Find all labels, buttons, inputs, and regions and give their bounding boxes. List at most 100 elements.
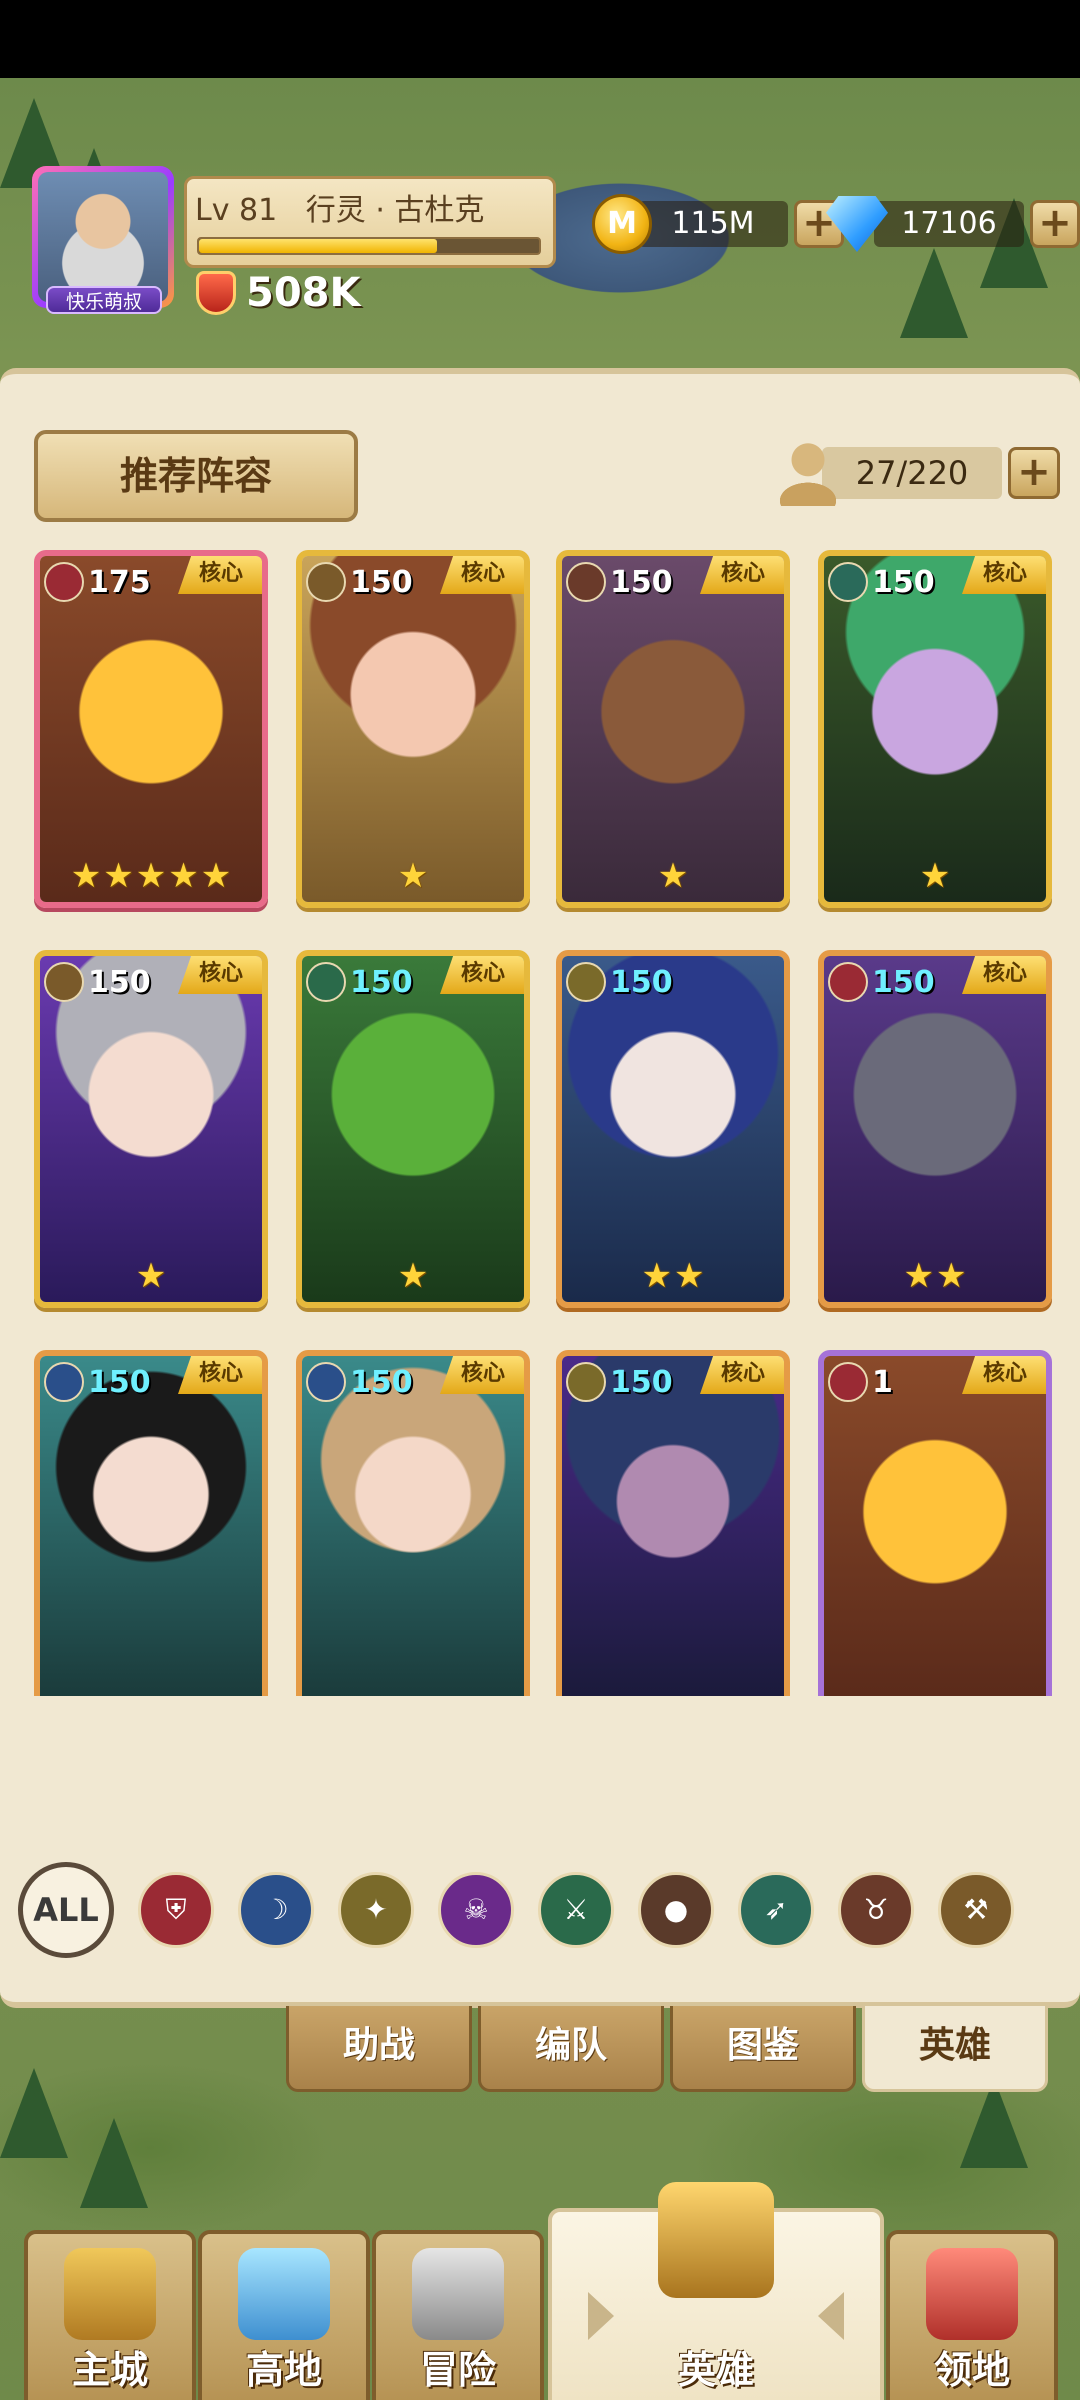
hero-portrait bbox=[40, 1356, 262, 1696]
bottom-navigation: 主城 高地 冒险 英雄 领地 bbox=[0, 2182, 1080, 2400]
star-icon: ★ bbox=[674, 1256, 705, 1296]
hero-level-badge: 150 bbox=[566, 560, 673, 604]
hero-level: 150 bbox=[350, 1364, 413, 1400]
player-avatar[interactable]: 快乐萌叔 bbox=[32, 166, 174, 314]
core-tag: 核心 bbox=[962, 556, 1046, 594]
panel-tabs: 助战 编队 图鉴 英雄 bbox=[286, 2006, 1054, 2092]
shield-faction-icon bbox=[44, 562, 84, 602]
hero-stars: ★ bbox=[302, 856, 524, 896]
hero-stars: ★ ★ ★ ★ ★ bbox=[40, 856, 262, 896]
filter-all-button[interactable]: ALL bbox=[18, 1862, 114, 1958]
nav-highland[interactable]: 高地 bbox=[198, 2230, 370, 2400]
expand-capacity-button[interactable]: + bbox=[1008, 447, 1060, 499]
hero-level: 150 bbox=[610, 964, 673, 1000]
hero-card[interactable]: 150 核心 bbox=[34, 1350, 268, 1696]
core-tag: 核心 bbox=[440, 1356, 524, 1394]
hero-level: 175 bbox=[88, 564, 151, 600]
core-tag: 核心 bbox=[700, 1356, 784, 1394]
player-title: 行灵 · 古杜克 bbox=[305, 193, 485, 228]
nav-heroes[interactable]: 英雄 bbox=[548, 2182, 884, 2400]
hero-level-badge: 150 bbox=[566, 1360, 673, 1404]
hero-level-badge: 150 bbox=[306, 960, 413, 1004]
nav-territory[interactable]: 领地 bbox=[886, 2230, 1058, 2400]
star-icon: ★ bbox=[70, 856, 102, 896]
hero-card[interactable]: 175 核心 ★ ★ ★ ★ ★ bbox=[34, 550, 268, 908]
star-icon: ★ bbox=[200, 856, 232, 896]
hero-level: 150 bbox=[88, 1364, 151, 1400]
filter-bow-icon[interactable]: ➶ bbox=[738, 1872, 814, 1948]
hero-level-badge: 150 bbox=[828, 960, 935, 1004]
hero-card[interactable]: 150 核心 bbox=[296, 1350, 530, 1696]
chevron-right-icon bbox=[588, 2292, 614, 2340]
hero-stars: ★ bbox=[824, 856, 1046, 896]
hero-card[interactable]: 150 核心 ★ bbox=[296, 950, 530, 1308]
hero-count: 27/220 bbox=[822, 447, 1002, 499]
hero-level: 150 bbox=[350, 564, 413, 600]
hero-level-badge: 150 bbox=[306, 560, 413, 604]
star-icon: ★ bbox=[936, 1256, 967, 1296]
bow-faction-icon bbox=[828, 562, 868, 602]
nav-label: 英雄 bbox=[677, 2348, 754, 2392]
star-icon: ★ bbox=[641, 1256, 672, 1296]
wings-faction-icon bbox=[566, 1362, 606, 1402]
combat-power: 508K bbox=[196, 268, 361, 318]
tab-formation[interactable]: 编队 bbox=[478, 2006, 664, 2092]
hero-portrait bbox=[824, 956, 1046, 1302]
hero-card[interactable]: 150 核心 ★ ★ bbox=[818, 950, 1052, 1308]
core-tag: 核心 bbox=[700, 556, 784, 594]
nav-main-city[interactable]: 主城 bbox=[24, 2230, 196, 2400]
hero-stars: ★ ★ bbox=[562, 1256, 784, 1296]
player-level-title: Lv 81 行灵 · 古杜克 bbox=[195, 185, 484, 229]
tab-support[interactable]: 助战 bbox=[286, 2006, 472, 2092]
hero-level-badge: 150 bbox=[566, 960, 673, 1004]
add-gems-button[interactable]: + bbox=[1030, 200, 1080, 248]
avatar-name: 快乐萌叔 bbox=[46, 286, 162, 314]
star-icon: ★ bbox=[135, 856, 167, 896]
axe-faction-icon bbox=[44, 962, 84, 1002]
filter-shield-icon[interactable]: ⛨ bbox=[138, 1872, 214, 1948]
hero-level-badge: 150 bbox=[828, 560, 935, 604]
hero-card[interactable]: 150 核心 ★ bbox=[818, 550, 1052, 908]
filter-crossed-swords-icon[interactable]: ⚔ bbox=[538, 1872, 614, 1948]
shield-faction-icon bbox=[828, 1362, 868, 1402]
tab-codex[interactable]: 图鉴 bbox=[670, 2006, 856, 2092]
filter-spirit-icon[interactable]: ☽ bbox=[238, 1872, 314, 1948]
star-icon: ★ bbox=[168, 856, 199, 896]
hero-card[interactable]: 150 ★ ★ bbox=[556, 950, 790, 1308]
filter-bull-icon[interactable]: ♉ bbox=[838, 1872, 914, 1948]
hero-portrait bbox=[302, 1356, 524, 1696]
hero-portrait bbox=[824, 556, 1046, 902]
filter-paw-icon[interactable]: ● bbox=[638, 1872, 714, 1948]
gem-currency: 17106 + bbox=[826, 196, 1080, 252]
hero-level-badge: 1 bbox=[828, 1360, 893, 1404]
gold-coin-icon: M bbox=[592, 194, 652, 254]
hero-level: 150 bbox=[88, 964, 151, 1000]
recommend-lineup-button[interactable]: 推荐阵容 bbox=[34, 430, 358, 522]
exp-bar bbox=[197, 237, 541, 255]
hero-level: 1 bbox=[872, 1364, 893, 1400]
filter-wings-icon[interactable]: ✦ bbox=[338, 1872, 414, 1948]
nav-label: 冒险 bbox=[419, 2348, 496, 2392]
nav-adventure[interactable]: 冒险 bbox=[372, 2230, 544, 2400]
filter-skull-icon[interactable]: ☠ bbox=[438, 1872, 514, 1948]
altar-icon bbox=[238, 2248, 330, 2340]
tab-heroes[interactable]: 英雄 bbox=[862, 2006, 1048, 2092]
core-tag: 核心 bbox=[178, 956, 262, 994]
power-value: 508K bbox=[246, 270, 361, 316]
hero-panel: 推荐阵容 27/220 + 175 核心 ★ ★ ★ ★ ★ 150 核心 ★ 150 核心 ★ 150 核… bbox=[0, 368, 1080, 2008]
hero-card[interactable]: 150 核心 ★ bbox=[34, 950, 268, 1308]
hero-grid: 175 核心 ★ ★ ★ ★ ★ 150 核心 ★ 150 核心 ★ 150 核心 ★ 150 核心 ★ 150 核心 ★… bbox=[0, 550, 1080, 1696]
bull-faction-icon bbox=[566, 562, 606, 602]
hero-level: 150 bbox=[610, 1364, 673, 1400]
level-plate[interactable]: Lv 81 行灵 · 古杜克 bbox=[184, 176, 556, 268]
hero-card[interactable]: 150 核心 ★ bbox=[556, 550, 790, 908]
hero-level: 150 bbox=[350, 964, 413, 1000]
core-tag: 核心 bbox=[440, 956, 524, 994]
hero-card[interactable]: 150 核心 ★ bbox=[296, 550, 530, 908]
star-icon: ★ bbox=[135, 1256, 167, 1296]
core-tag: 核心 bbox=[962, 956, 1046, 994]
hero-level-badge: 175 bbox=[44, 560, 151, 604]
hero-card[interactable]: 150 核心 bbox=[556, 1350, 790, 1696]
hero-card[interactable]: 1 核心 bbox=[818, 1350, 1052, 1696]
filter-axe-icon[interactable]: ⚒ bbox=[938, 1872, 1014, 1948]
